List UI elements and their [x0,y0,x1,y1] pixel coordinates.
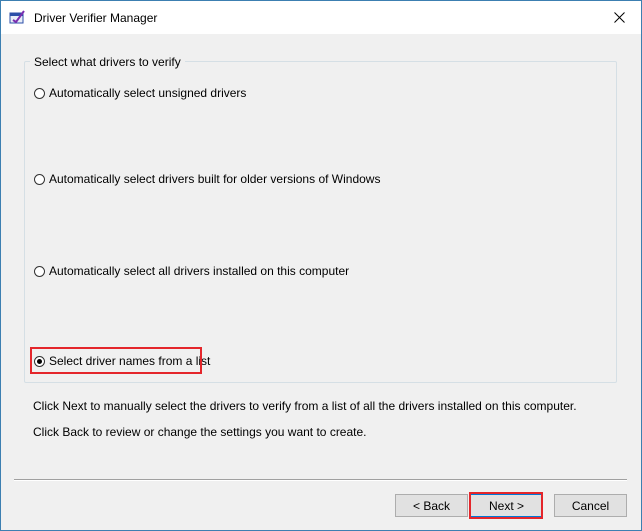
option-label: Automatically select unsigned drivers [49,86,247,100]
next-description: Click Next to manually select the driver… [33,399,577,413]
footer-divider [14,479,627,481]
option-label: Automatically select all drivers install… [49,264,350,278]
driver-verifier-app-icon [9,9,26,26]
title-bar[interactable]: Driver Verifier Manager [1,1,641,34]
cancel-button[interactable]: Cancel [554,494,627,517]
window-title: Driver Verifier Manager [34,11,158,25]
highlight-box-option [30,347,202,374]
close-button[interactable] [597,1,641,34]
back-description: Click Back to review or change the setti… [33,425,367,439]
next-button[interactable]: Next > [470,494,543,517]
back-button[interactable]: < Back [395,494,468,517]
option-label: Automatically select drivers built for o… [49,172,381,186]
radio-button[interactable] [34,87,45,99]
option-all-drivers[interactable]: Automatically select all drivers install… [34,264,349,278]
radio-button[interactable] [34,265,45,277]
group-legend: Select what drivers to verify [30,55,185,69]
radio-button[interactable] [34,173,45,185]
driver-selection-group [24,61,617,383]
option-unsigned-drivers[interactable]: Automatically select unsigned drivers [34,86,246,100]
option-older-windows-drivers[interactable]: Automatically select drivers built for o… [34,172,380,186]
close-icon [613,12,625,23]
